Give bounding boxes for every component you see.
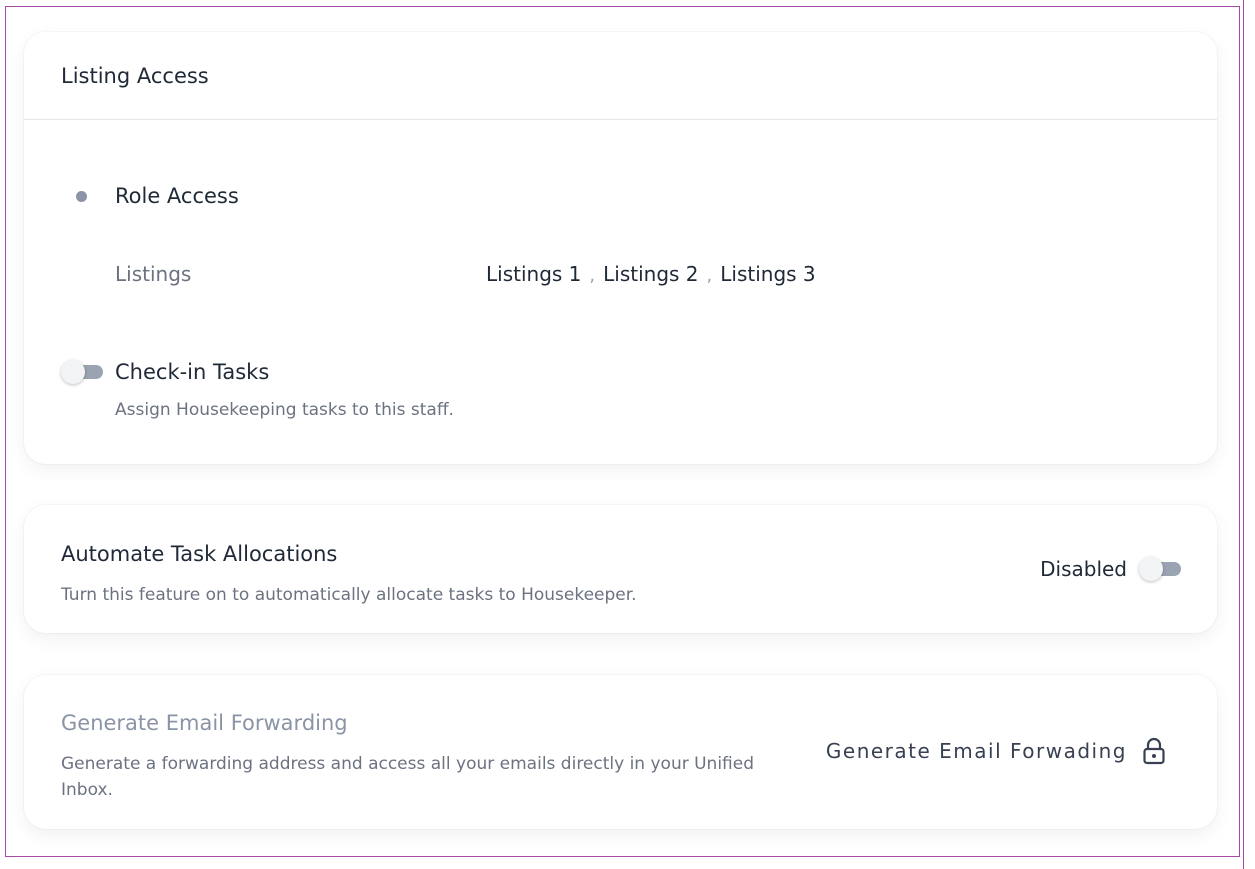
email-forwarding-card: Generate Email Forwarding Generate a for… <box>24 675 1217 829</box>
generate-email-forwarding-button[interactable]: Generate Email Forwading <box>826 737 1165 765</box>
generate-email-label: Generate Email Forwading <box>825 739 1127 763</box>
listing-access-card: Listing Access Role Access Listings List… <box>24 32 1217 464</box>
checkin-row: Check-in Tasks <box>61 360 269 384</box>
frame-edge <box>1243 0 1244 869</box>
email-forwarding-description: Generate a forwarding address and access… <box>61 754 755 800</box>
listing-separator: , <box>589 265 596 286</box>
automate-status: Disabled <box>1040 557 1181 581</box>
lock-icon <box>1143 737 1165 765</box>
listing-item: Listings 2 <box>603 262 699 286</box>
role-access-row: Role Access <box>76 184 239 208</box>
bullet-icon <box>76 190 87 202</box>
role-access-label: Role Access <box>115 184 239 208</box>
automate-toggle[interactable] <box>1139 557 1181 581</box>
card-header: Listing Access <box>24 32 1217 120</box>
listings-values: Listings 1 , Listings 2 , Listings 3 <box>486 262 816 286</box>
toggle-knob <box>1139 557 1163 581</box>
checkin-title: Check-in Tasks <box>115 360 270 384</box>
toggle-knob <box>61 360 85 384</box>
listing-access-title: Listing Access <box>61 63 209 88</box>
listing-item: Listings 1 <box>486 262 582 286</box>
automate-description: Turn this feature on to automatically al… <box>61 585 637 605</box>
automate-card: Automate Task Allocations Turn this feat… <box>24 505 1217 633</box>
checkin-toggle[interactable] <box>61 360 103 384</box>
listings-label: Listings <box>115 262 192 286</box>
listing-item: Listings 3 <box>720 262 816 286</box>
automate-title: Automate Task Allocations <box>61 542 338 566</box>
checkin-description: Assign Housekeeping tasks to this staff. <box>115 400 454 420</box>
email-forwarding-title: Generate Email Forwarding <box>61 711 348 735</box>
status-label: Disabled <box>1040 557 1127 581</box>
listing-separator: , <box>706 265 713 286</box>
